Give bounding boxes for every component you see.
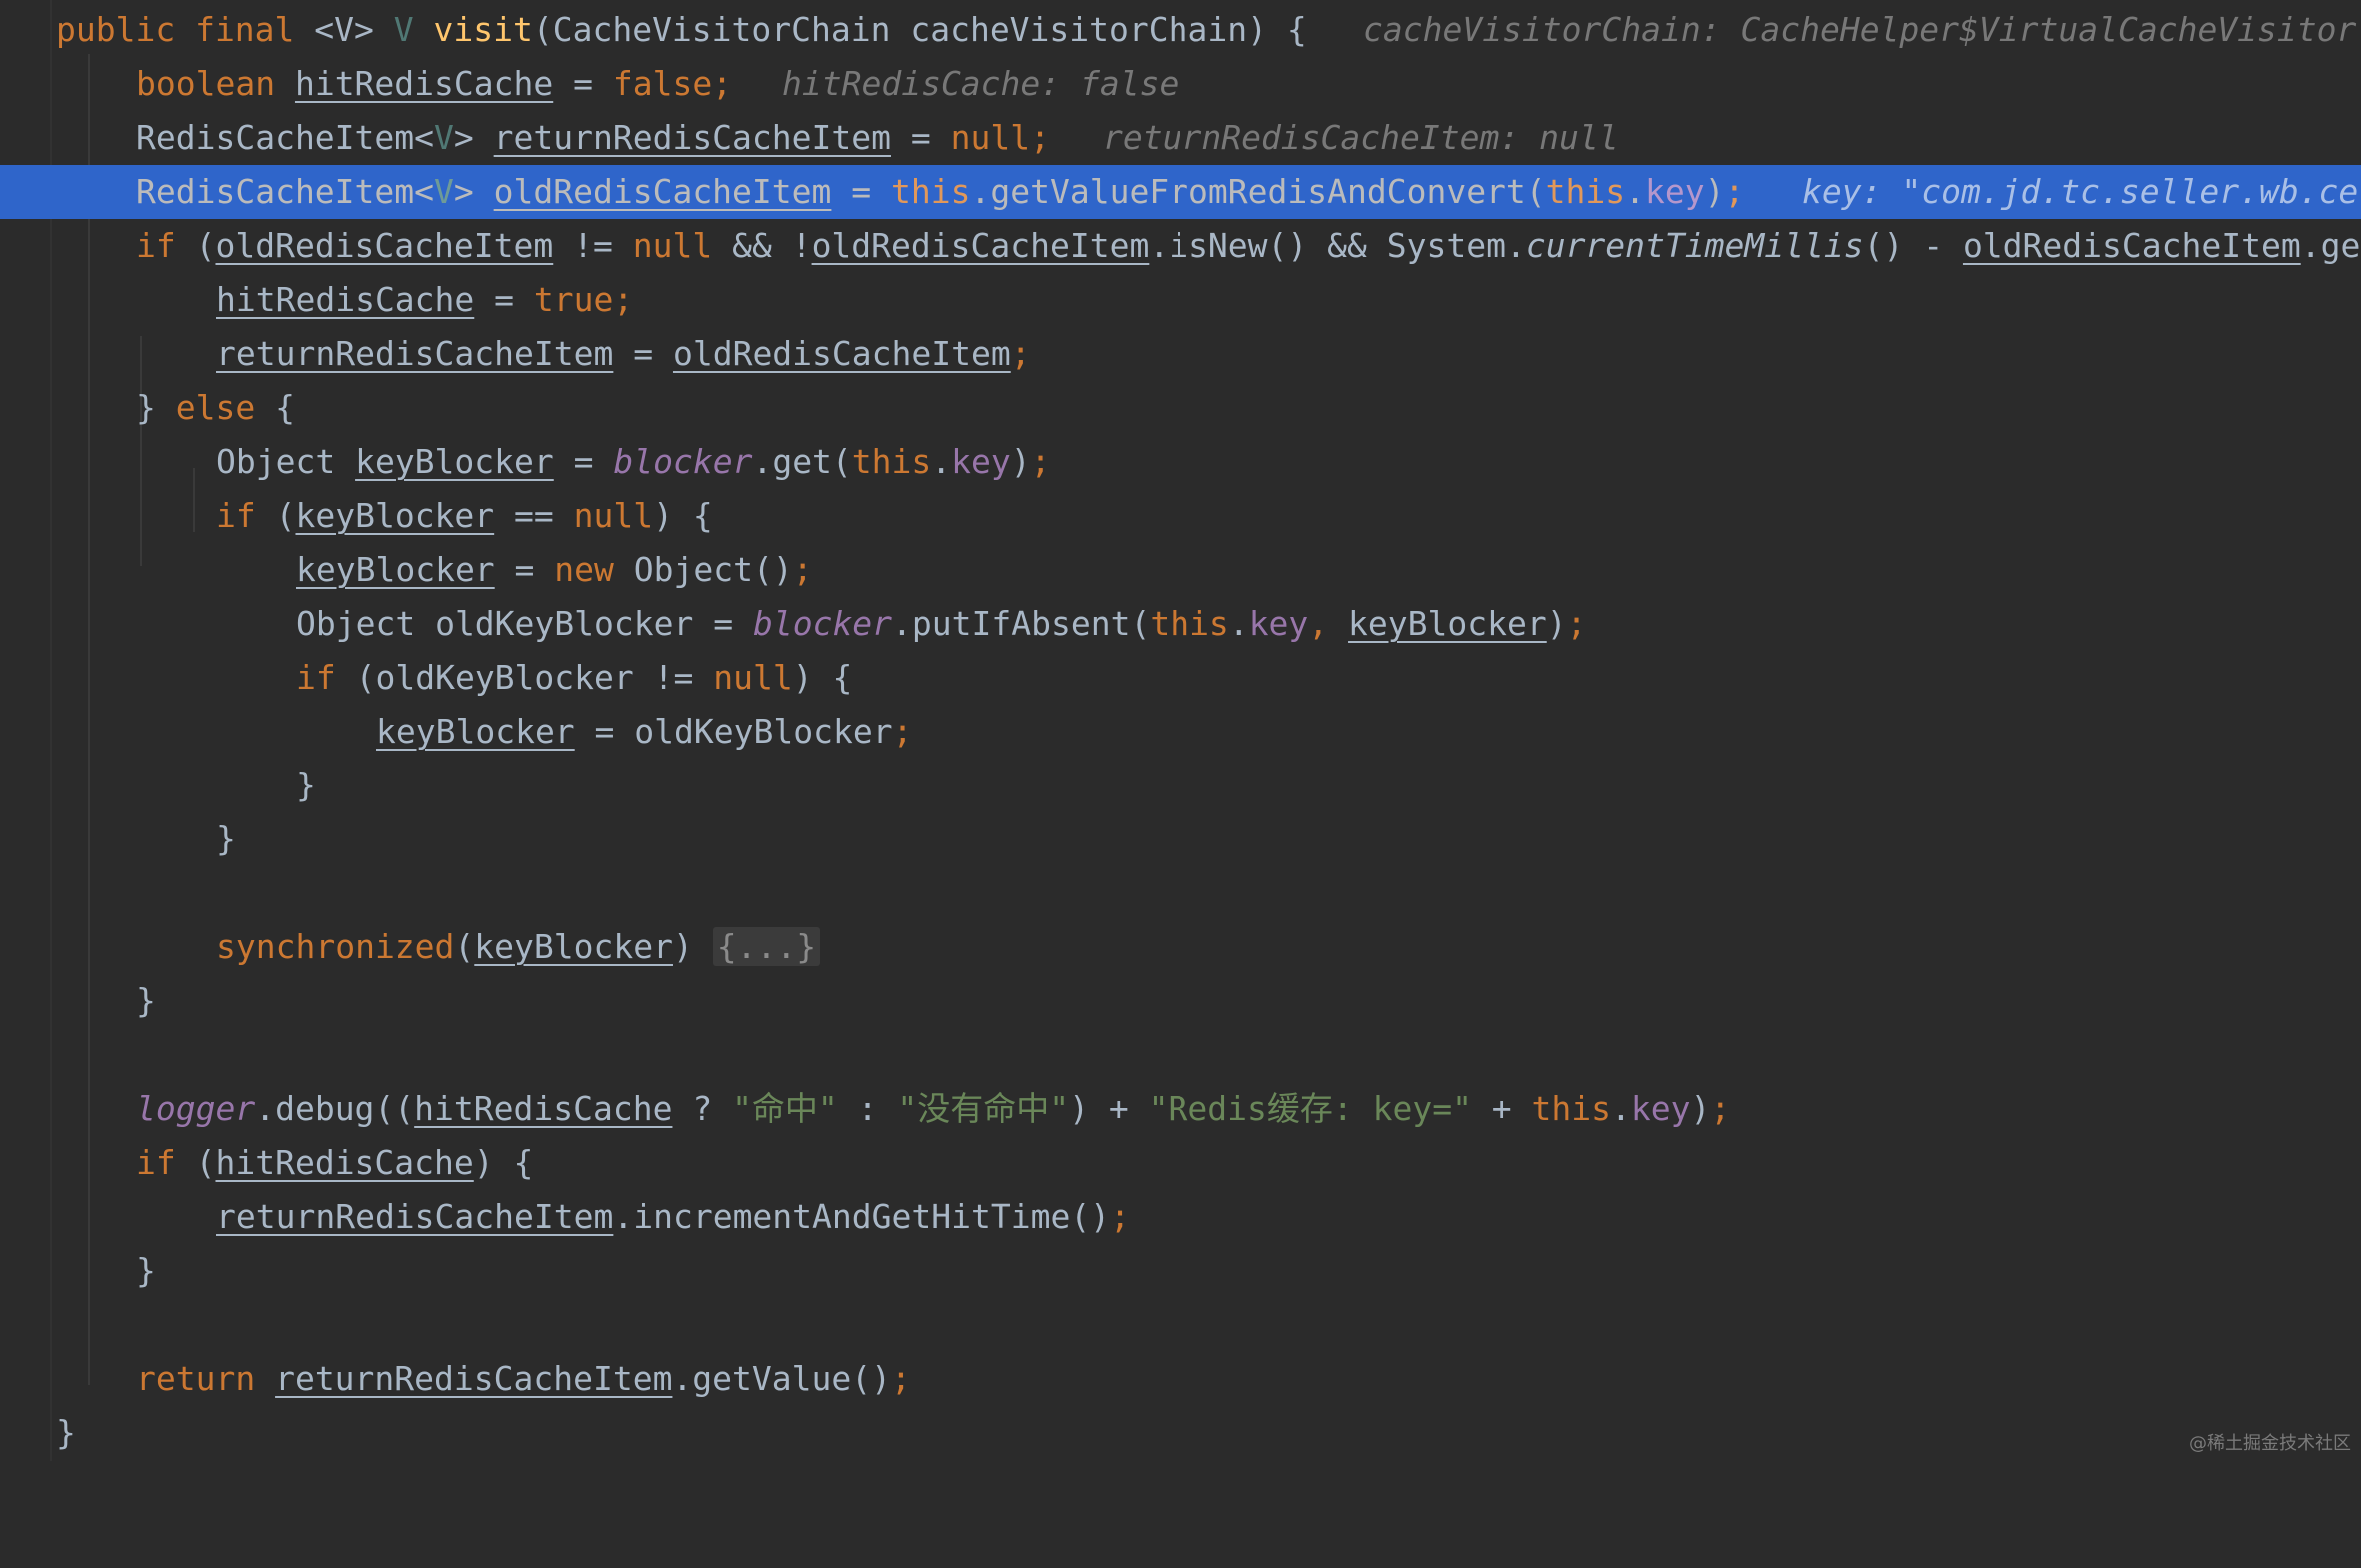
code-line[interactable]: return returnRedisCacheItem.getValue(); [0,1352,2361,1406]
code-line[interactable]: } [0,1244,2361,1298]
watermark: @稀土掘金技术社区 [2189,1433,2351,1454]
code-line[interactable]: boolean hitRedisCache = false; hitRedisC… [0,57,2361,111]
code-line[interactable]: if (oldRedisCacheItem != null && !oldRed… [0,219,2361,273]
inline-debug-hint: key: "com.jd.tc.seller.wb.ce [1802,172,2359,211]
code-line[interactable]: } [0,974,2361,1028]
code-line[interactable]: if (keyBlocker == null) { [0,489,2361,543]
code-line[interactable]: Object oldKeyBlocker = blocker.putIfAbse… [0,597,2361,651]
code-line[interactable]: keyBlocker = new Object(); [0,543,2361,597]
code-line[interactable]: } else { [0,381,2361,435]
code-line[interactable]: Object keyBlocker = blocker.get(this.key… [0,435,2361,489]
code-line[interactable]: if (oldKeyBlocker != null) { [0,651,2361,705]
code-editor[interactable]: public final <V> V visit(CacheVisitorCha… [0,0,2361,1461]
code-line[interactable]: } [0,812,2361,866]
code-line[interactable]: } [0,759,2361,812]
inline-debug-hint: cacheVisitorChain: CacheHelper$VirtualCa… [1363,10,2357,49]
code-line[interactable]: logger.debug((hitRedisCache ? "命中" : "没有… [0,1082,2361,1136]
code-line[interactable]: hitRedisCache = true; [0,273,2361,327]
folded-code-region[interactable]: {...} [712,927,821,966]
code-line[interactable]: } [0,1406,2361,1460]
code-line[interactable]: returnRedisCacheItem.incrementAndGetHitT… [0,1190,2361,1244]
current-execution-line[interactable]: RedisCacheItem<V> oldRedisCacheItem = th… [0,165,2361,219]
code-line[interactable]: public final <V> V visit(CacheVisitorCha… [0,3,2361,57]
code-line[interactable]: RedisCacheItem<V> returnRedisCacheItem =… [0,111,2361,165]
code-line[interactable]: keyBlocker = oldKeyBlocker; [0,705,2361,759]
code-line[interactable]: if (hitRedisCache) { [0,1136,2361,1190]
inline-debug-hint: returnRedisCacheItem: null [1103,118,1619,157]
code-line[interactable]: returnRedisCacheItem = oldRedisCacheItem… [0,327,2361,381]
code-line[interactable]: synchronized(keyBlocker) {...} [0,920,2361,974]
inline-debug-hint: hitRedisCache: false [782,64,1180,103]
